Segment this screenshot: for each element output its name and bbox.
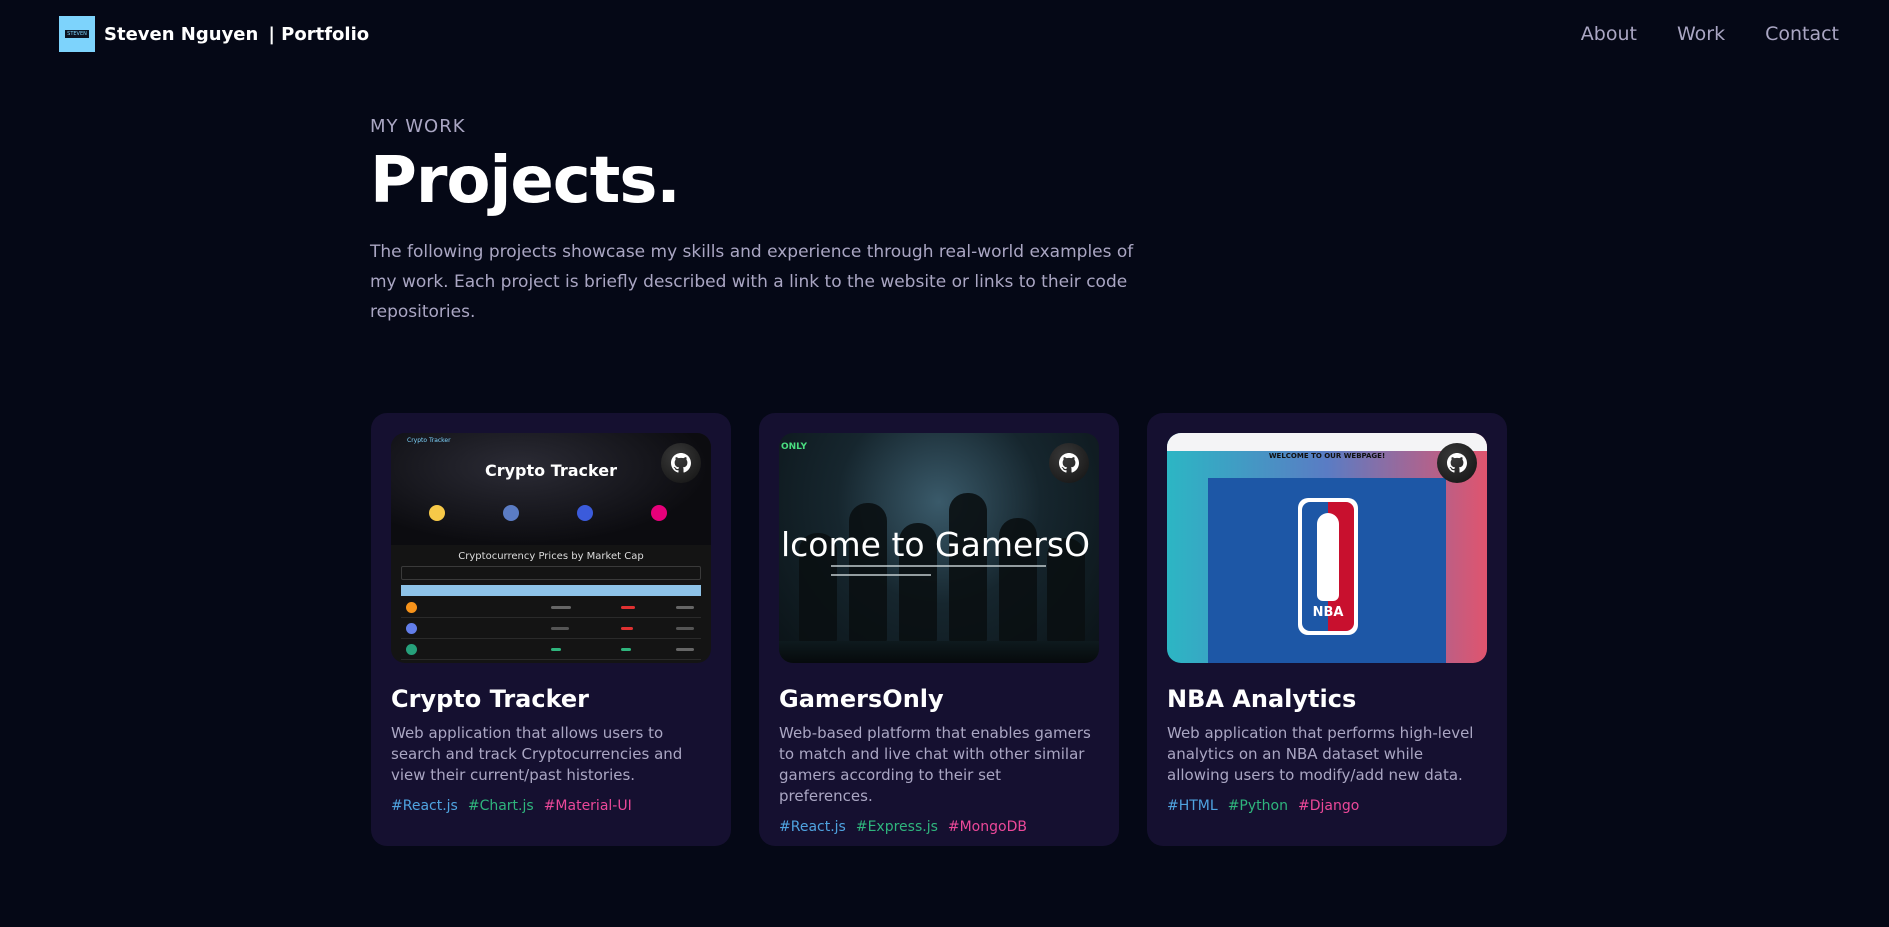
- github-link-button[interactable]: [1437, 443, 1477, 483]
- project-cards: Crypto Tracker Crypto Tracker Cryptocurr…: [371, 413, 1507, 846]
- project-tag: #Python: [1227, 798, 1288, 814]
- project-description: Web-based platform that enables gamers t…: [779, 724, 1091, 805]
- preview-table-title: Cryptocurrency Prices by Market Cap: [458, 551, 644, 562]
- preview-silhouette: [949, 493, 987, 643]
- github-icon: [1447, 453, 1467, 473]
- preview-hero: [391, 433, 711, 545]
- nav-links: About Work Contact: [1581, 23, 1839, 45]
- nba-player-silhouette: [1317, 513, 1339, 601]
- project-description: Web application that performs high-level…: [1167, 724, 1474, 784]
- preview-table-row: [401, 598, 701, 618]
- project-tags: #React.js #Express.js #MongoDB: [779, 819, 1099, 835]
- github-link-button[interactable]: [1049, 443, 1089, 483]
- logo-text: STEVEN: [65, 30, 89, 38]
- preview-text-line: [831, 574, 931, 576]
- preview-table-header: [401, 585, 701, 596]
- nba-logo-text: NBA: [1312, 605, 1344, 620]
- project-tag: #Chart.js: [467, 798, 534, 814]
- project-tag: #React.js: [779, 819, 846, 835]
- preview-app-label: Crypto Tracker: [407, 437, 451, 444]
- coin-icon: [429, 505, 445, 521]
- brand-link[interactable]: STEVEN Steven Nguyen | Portfolio: [59, 16, 369, 52]
- preview-search-bar: [401, 566, 701, 580]
- brand-name-text: Steven Nguyen: [104, 23, 259, 45]
- preview-table-row: [401, 640, 701, 660]
- coin-icon: [503, 505, 519, 521]
- project-preview-image: WELCOME TO OUR WEBPAGE! NBA: [1167, 433, 1487, 663]
- preview-silhouette: [849, 503, 887, 643]
- project-title: NBA Analytics: [1167, 685, 1357, 713]
- coin-icon: [651, 505, 667, 521]
- project-card: WELCOME TO OUR WEBPAGE! NBA NBA Analytic…: [1147, 413, 1507, 846]
- preview-logo-text: ONLY: [781, 442, 808, 452]
- project-description: Web application that allows users to sea…: [391, 724, 683, 784]
- project-card: Crypto Tracker Crypto Tracker Cryptocurr…: [371, 413, 731, 846]
- github-icon: [1059, 453, 1079, 473]
- work-section-header: MY WORK Projects. The following projects…: [370, 116, 1520, 327]
- project-title: Crypto Tracker: [391, 685, 590, 713]
- preview-top-nav: [1167, 433, 1487, 451]
- nav-link-about[interactable]: About: [1581, 23, 1637, 45]
- project-tag: #Material-UI: [543, 798, 632, 814]
- github-link-button[interactable]: [661, 443, 701, 483]
- project-card: ONLY lcome to GamersO GamersOnly Web-bas…: [759, 413, 1119, 846]
- nav-link-work[interactable]: Work: [1677, 23, 1725, 45]
- brand-name: Steven Nguyen | Portfolio: [104, 24, 369, 45]
- project-tag: #HTML: [1167, 798, 1218, 814]
- project-tag: #Express.js: [855, 819, 938, 835]
- preview-text-line: [831, 565, 1046, 567]
- project-tag: #React.js: [391, 798, 458, 814]
- logo-icon: STEVEN: [59, 16, 95, 52]
- project-tags: #HTML #Python #Django: [1167, 798, 1487, 814]
- section-subtitle: MY WORK: [370, 116, 466, 137]
- project-tag: #Django: [1297, 798, 1360, 814]
- preview-welcome-text: lcome to GamersO: [781, 525, 1091, 564]
- project-preview-image: ONLY lcome to GamersO: [779, 433, 1099, 663]
- brand-suffix: | Portfolio: [268, 23, 370, 45]
- project-preview-image: Crypto Tracker Crypto Tracker Cryptocurr…: [391, 433, 711, 663]
- navbar: STEVEN Steven Nguyen | Portfolio About Wo…: [0, 0, 1889, 68]
- project-title: GamersOnly: [779, 685, 944, 713]
- preview-table-row: [401, 619, 701, 639]
- section-description: The following projects showcase my skill…: [370, 242, 1134, 322]
- project-tags: #React.js #Chart.js #Material-UI: [391, 798, 711, 814]
- project-tag: #MongoDB: [947, 819, 1027, 835]
- github-icon: [671, 453, 691, 473]
- nav-link-contact[interactable]: Contact: [1765, 23, 1839, 45]
- preview-floor: [779, 641, 1099, 663]
- coin-icon: [577, 505, 593, 521]
- section-title: Projects.: [370, 144, 681, 218]
